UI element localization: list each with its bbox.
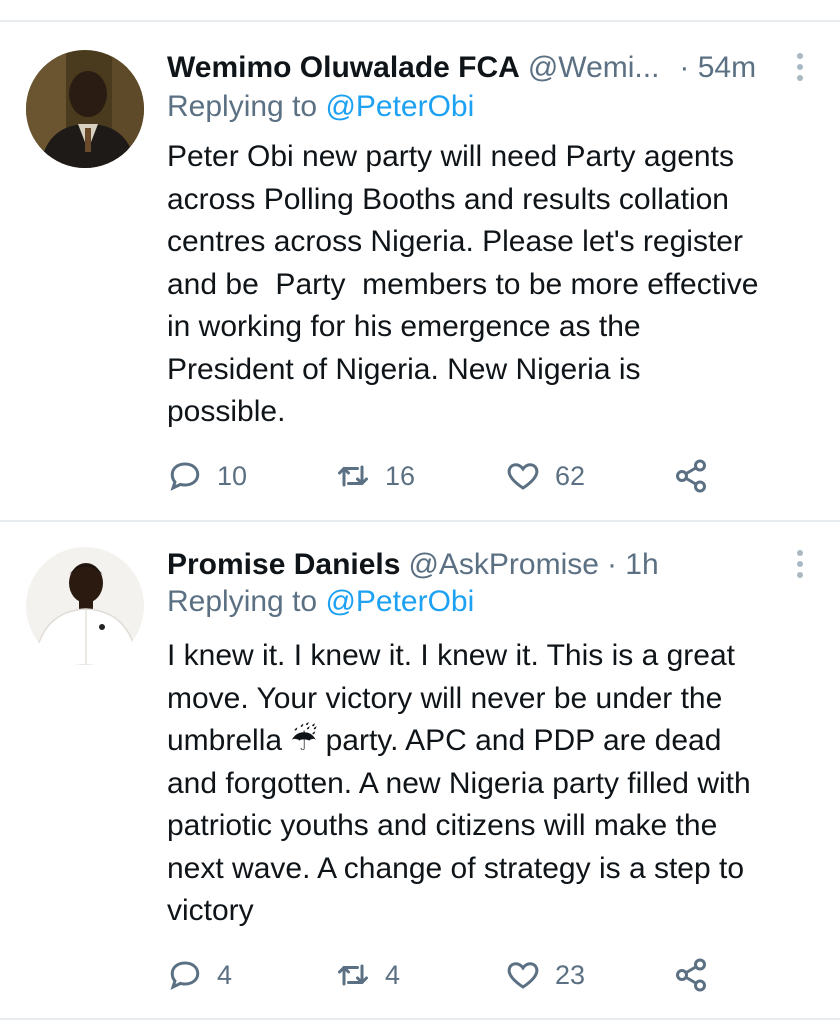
like-button[interactable]: 62 bbox=[505, 454, 585, 498]
like-count: 23 bbox=[555, 959, 586, 990]
tweet[interactable]: Wemimo Oluwalade FCA @Wemi... · 54m Repl… bbox=[0, 46, 840, 502]
share-button[interactable] bbox=[673, 454, 723, 498]
heart-icon bbox=[507, 962, 539, 989]
more-options-icon[interactable] bbox=[790, 50, 810, 86]
tweet-header: Wemimo Oluwalade FCA @Wemi... · 54m bbox=[167, 46, 756, 90]
share-button[interactable] bbox=[673, 953, 723, 997]
reply-icon bbox=[170, 961, 200, 990]
avatar[interactable] bbox=[26, 50, 144, 168]
replying-to-link[interactable]: @PeterObi bbox=[325, 585, 474, 618]
tweet-header: Promise Daniels @AskPromise · 1h bbox=[167, 543, 659, 587]
replying-to: Replying to @PeterObi bbox=[167, 585, 474, 619]
more-options-icon[interactable] bbox=[790, 547, 810, 583]
avatar[interactable] bbox=[26, 547, 144, 665]
bottom-divider bbox=[0, 1018, 840, 1020]
share-icon bbox=[676, 459, 706, 493]
timestamp[interactable]: · 54m bbox=[679, 51, 756, 85]
tweet-text: Peter Obi new party will need Party agen… bbox=[167, 140, 759, 428]
replying-to-label: Replying to bbox=[167, 90, 326, 123]
tweet-text: I knew it. I knew it. I knew it. This is… bbox=[167, 639, 751, 927]
replying-to: Replying to @PeterObi bbox=[167, 90, 474, 124]
reply-count: 4 bbox=[217, 959, 233, 990]
tweet-actions: 4 4 23 bbox=[167, 953, 727, 997]
retweet-count: 16 bbox=[385, 460, 416, 491]
display-name[interactable]: Wemimo Oluwalade FCA bbox=[167, 51, 520, 85]
tweet-actions: 10 16 62 bbox=[167, 454, 727, 498]
like-count: 62 bbox=[555, 460, 586, 491]
retweet-count: 4 bbox=[385, 959, 401, 990]
user-handle[interactable]: @Wemi... bbox=[528, 51, 660, 85]
reply-button[interactable]: 10 bbox=[167, 454, 247, 498]
user-handle[interactable]: @AskPromise bbox=[408, 548, 599, 582]
reply-button[interactable]: 4 bbox=[167, 953, 232, 997]
reply-icon bbox=[170, 462, 200, 491]
like-button[interactable]: 23 bbox=[505, 953, 585, 997]
heart-icon bbox=[507, 463, 539, 490]
retweet-button[interactable]: 4 bbox=[335, 953, 400, 997]
tweet[interactable]: Promise Daniels @AskPromise · 1h Replyin… bbox=[0, 543, 840, 1013]
reply-count: 10 bbox=[217, 460, 248, 491]
display-name[interactable]: Promise Daniels bbox=[167, 548, 400, 582]
replying-to-label: Replying to bbox=[167, 585, 326, 618]
top-divider bbox=[0, 20, 840, 22]
retweet-icon bbox=[338, 964, 368, 986]
retweet-icon bbox=[338, 465, 368, 487]
timestamp[interactable]: · 1h bbox=[607, 548, 659, 582]
share-icon bbox=[676, 958, 706, 992]
replying-to-link[interactable]: @PeterObi bbox=[325, 90, 474, 123]
retweet-button[interactable]: 16 bbox=[335, 454, 415, 498]
tweet-divider bbox=[0, 520, 840, 522]
